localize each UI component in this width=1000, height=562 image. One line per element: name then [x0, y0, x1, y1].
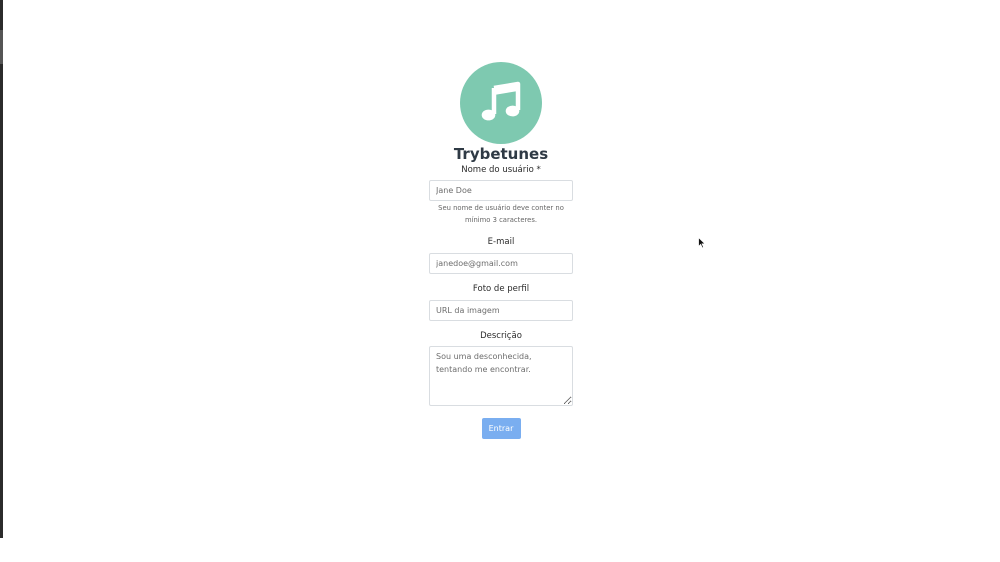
photo-label: Foto de perfil	[472, 284, 530, 294]
app-logo	[460, 62, 542, 144]
username-input[interactable]	[429, 180, 573, 201]
app-title: Trybetunes	[453, 145, 549, 163]
window-left-edge	[0, 0, 3, 538]
description-label: Descrição	[480, 331, 522, 341]
email-input[interactable]	[429, 253, 573, 274]
music-note-icon	[481, 81, 521, 121]
username-label: Nome do usuário *	[461, 165, 541, 175]
submit-button[interactable]: Entrar	[481, 418, 521, 439]
window-left-edge-handle	[0, 30, 3, 64]
email-label: E-mail	[487, 237, 515, 247]
description-textarea[interactable]	[429, 346, 573, 406]
profile-form: Trybetunes Nome do usuário * Seu nome de…	[429, 62, 573, 439]
photo-url-input[interactable]	[429, 300, 573, 321]
mouse-cursor-icon	[698, 237, 706, 249]
username-help-text: Seu nome de usuário deve conter no mínim…	[438, 204, 564, 224]
